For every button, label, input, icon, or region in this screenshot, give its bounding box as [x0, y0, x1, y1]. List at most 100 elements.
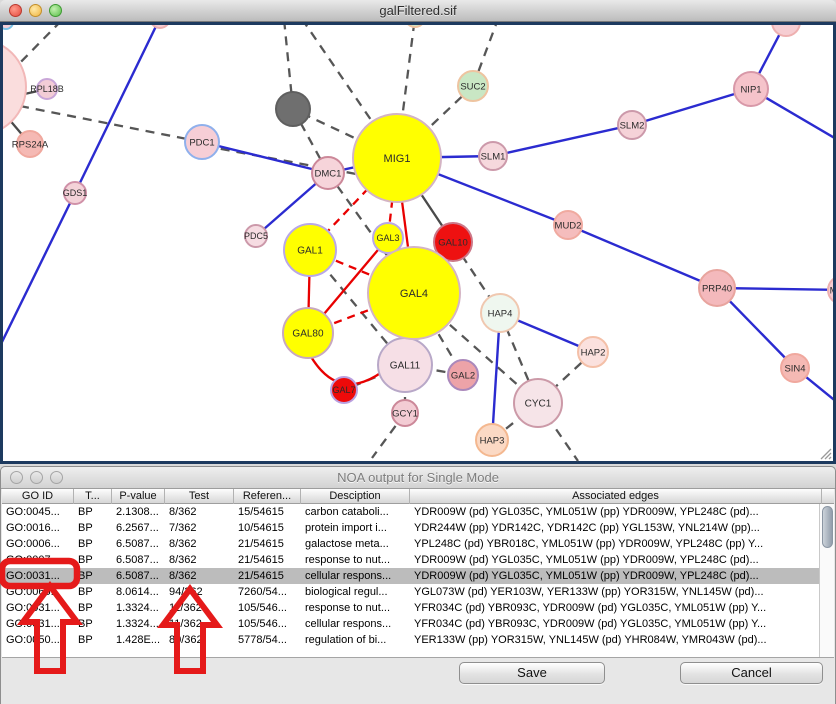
network-graph[interactable]: RPL18BRPS24AGDS1PDC1DMC1MIG1SUC2NIP1SLM2… — [3, 25, 833, 464]
table-cell: YPL248C (pd) YBR018C, YML051W (pp) YDR00… — [410, 536, 822, 552]
scrollbar-thumb[interactable] — [822, 506, 833, 548]
vertical-scrollbar[interactable] — [819, 504, 834, 657]
table-cell: 21/54615 — [234, 568, 301, 584]
table-cell: 6.2567... — [112, 520, 165, 536]
table-cell: BP — [74, 520, 112, 536]
table-cell: GO:0050... — [2, 632, 74, 648]
table-cell: BP — [74, 504, 112, 520]
edge-dashed[interactable] — [205, 146, 378, 178]
table-row[interactable]: GO:0045...BP2.1308...8/36215/54615carbon… — [2, 504, 819, 520]
node-label-dmc1: DMC1 — [315, 168, 342, 179]
edge-dashed[interactable] — [20, 106, 202, 142]
column-header[interactable]: Associated edges — [410, 489, 822, 504]
table-cell: BP — [74, 536, 112, 552]
node-label-pdc1: PDC1 — [189, 137, 214, 148]
table-cell: GO:0045... — [2, 504, 74, 520]
node-corner[interactable] — [3, 25, 13, 29]
table-cell: 15/54615 — [234, 504, 301, 520]
edge-pp[interactable] — [202, 142, 328, 173]
node-label-sin4: SIN4 — [784, 363, 805, 374]
table-cell: cellular respons... — [301, 568, 410, 584]
table-row[interactable]: GO:0065...BP8.0614...94/3627260/54...bio… — [2, 584, 819, 600]
table-cell: 6.5087... — [112, 536, 165, 552]
node-label-prp40: PRP40 — [702, 283, 732, 294]
node-label-suc2: SUC2 — [460, 81, 485, 92]
table-cell: regulation of bi... — [301, 632, 410, 648]
node-label-pdc5: PDC5 — [244, 231, 268, 241]
node-label-gal4: GAL4 — [400, 288, 428, 300]
column-header[interactable]: Desciption — [301, 489, 410, 504]
network-canvas[interactable]: RPL18BRPS24AGDS1PDC1DMC1MIG1SUC2NIP1SLM2… — [0, 22, 836, 464]
table-cell: response to nut... — [301, 552, 410, 568]
node-label-gal1: GAL1 — [297, 246, 323, 257]
table-cell: biological regul... — [301, 584, 410, 600]
noa-output-window: NOA output for Single Mode GO IDT...P-va… — [0, 466, 836, 704]
table-cell: 1.428E... — [112, 632, 165, 648]
node-label-msl1: MSL1 — [830, 285, 833, 296]
table-row[interactable]: GO:0006...BP6.5087...8/36221/54615galact… — [2, 536, 819, 552]
save-button[interactable]: Save — [459, 662, 605, 684]
table-cell: 8/362 — [165, 504, 234, 520]
table-cell: 6.5087... — [112, 568, 165, 584]
table-row[interactable]: GO:0031...BP1.3324...11/362105/546...res… — [2, 600, 819, 616]
node-label-rpl18b: RPL18B — [30, 84, 64, 94]
node-label-nip1: NIP1 — [740, 84, 761, 95]
network-window-title: galFiltered.sif — [0, 3, 836, 18]
network-window: galFiltered.sif RPL18BRPS24AGDS1PDC1DMC1… — [0, 0, 836, 464]
node-label-hap4: HAP4 — [488, 308, 513, 319]
table-cell: BP — [74, 600, 112, 616]
node-top-pink-left[interactable] — [150, 25, 170, 28]
network-titlebar[interactable]: galFiltered.sif — [0, 0, 836, 22]
column-header[interactable]: T... — [74, 489, 112, 504]
table-cell: GO:0007... — [2, 552, 74, 568]
node-big-pink[interactable] — [3, 39, 26, 135]
node-label-mud2: MUD2 — [555, 220, 582, 231]
table-cell: GO:0031... — [2, 568, 74, 584]
column-header[interactable]: P-value — [112, 489, 165, 504]
table-cell: 6.5087... — [112, 552, 165, 568]
edge-pp[interactable] — [3, 193, 75, 346]
edge-pp[interactable] — [493, 125, 632, 156]
resize-grip-icon[interactable] — [818, 446, 832, 460]
table-cell: GO:0006... — [2, 536, 74, 552]
node-label-gal2: GAL2 — [451, 370, 475, 381]
node-label-gal80: GAL80 — [292, 329, 324, 340]
edge-pp[interactable] — [568, 225, 717, 288]
node-label-slm1: SLM1 — [481, 151, 506, 162]
table-cell: galactose meta... — [301, 536, 410, 552]
table-cell: BP — [74, 584, 112, 600]
node-top-pink-right[interactable] — [772, 25, 800, 36]
table-cell: 7260/54... — [234, 584, 301, 600]
table-cell: carbon cataboli... — [301, 504, 410, 520]
table-row[interactable]: GO:0031...BP6.5087...8/36221/54615cellul… — [2, 568, 819, 584]
node-label-mig1: MIG1 — [384, 153, 411, 165]
table-cell: BP — [74, 552, 112, 568]
node-gray-node[interactable] — [276, 92, 310, 126]
table-cell: BP — [74, 616, 112, 632]
table-row[interactable]: GO:0050...BP1.428E...80/3625778/54...reg… — [2, 632, 819, 648]
table-cell: 105/546... — [234, 616, 301, 632]
table-row[interactable]: GO:0031...BP1.3324...11/362105/546...cel… — [2, 616, 819, 632]
table-row[interactable]: GO:0016...BP6.2567...7/36210/54615protei… — [2, 520, 819, 536]
column-header[interactable]: Referen... — [234, 489, 301, 504]
edge-pp[interactable] — [75, 25, 160, 193]
table-cell: YDR009W (pd) YGL035C, YML051W (pp) YDR00… — [410, 504, 822, 520]
table-cell: 7/362 — [165, 520, 234, 536]
table-cell: YDR009W (pd) YGL035C, YML051W (pp) YDR00… — [410, 552, 822, 568]
node-label-cyc1: CYC1 — [525, 399, 552, 410]
node-top-green[interactable] — [405, 25, 425, 27]
cancel-button[interactable]: Cancel — [680, 662, 823, 684]
column-header[interactable]: Test — [165, 489, 234, 504]
output-window-title: NOA output for Single Mode — [1, 470, 835, 485]
table-body: GO:0045...BP2.1308...8/36215/54615carbon… — [2, 504, 834, 657]
table-cell: 8/362 — [165, 536, 234, 552]
output-titlebar[interactable]: NOA output for Single Mode — [1, 467, 835, 489]
column-header[interactable]: GO ID — [2, 489, 74, 504]
table-cell: 8.0614... — [112, 584, 165, 600]
edge-pp[interactable] — [632, 89, 751, 125]
table-row[interactable]: GO:0007...BP6.5087...8/36221/54615respon… — [2, 552, 819, 568]
table-cell: response to nut... — [301, 600, 410, 616]
table-cell: GO:0031... — [2, 616, 74, 632]
node-label-rps24a: RPS24A — [12, 139, 49, 150]
table-cell: 1.3324... — [112, 616, 165, 632]
